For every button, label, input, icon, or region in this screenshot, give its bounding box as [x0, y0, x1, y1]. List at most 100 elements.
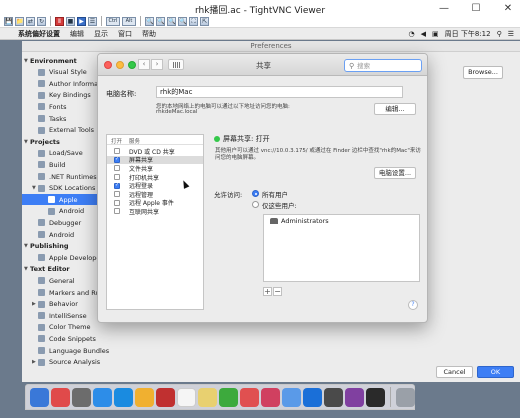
browse-button[interactable]: Browse...	[463, 66, 503, 79]
swap-icon[interactable]: ⇄	[26, 16, 35, 26]
sidebar-section-header[interactable]: ▼ Text Editor	[24, 264, 70, 275]
dock-app-icon[interactable]	[282, 387, 301, 407]
wifi-icon[interactable]: ◔	[409, 30, 415, 38]
ok-button[interactable]: OK	[477, 366, 514, 378]
stop-icon[interactable]: ■	[66, 16, 75, 26]
computer-settings-button[interactable]: 电脑设置...	[374, 167, 416, 179]
edit-button[interactable]: 编辑...	[374, 103, 416, 115]
list-item[interactable]: 文件共享	[107, 164, 203, 173]
sidebar-item[interactable]: Key Bindings	[32, 90, 91, 101]
dock-app-icon[interactable]	[324, 387, 343, 407]
sidebar-section-header[interactable]: ▼ Environment	[24, 55, 77, 66]
dock-app-icon[interactable]	[114, 387, 133, 407]
alt-key-button[interactable]: Alt	[122, 16, 136, 26]
ctrl-key-button[interactable]: Ctrl	[106, 16, 120, 26]
dock-app-icon[interactable]	[177, 387, 196, 407]
sidebar-item[interactable]: .NET Runtimes	[32, 171, 97, 182]
sidebar-item[interactable]: Code Snippets	[32, 333, 96, 344]
list-item[interactable]: 互联网共享	[107, 207, 203, 216]
maximize-button[interactable]: ☐	[470, 3, 482, 14]
spotlight-icon[interactable]: ⚲	[497, 30, 502, 38]
sidebar-section-header[interactable]: ▼ Publishing	[24, 241, 69, 252]
help-button[interactable]: ?	[408, 300, 418, 310]
dock-app-icon[interactable]	[345, 387, 364, 407]
sidebar-item[interactable]: Build	[32, 159, 65, 170]
minimize-button[interactable]: —	[438, 3, 450, 14]
service-checkbox[interactable]	[114, 191, 120, 198]
refresh-icon[interactable]: ↻	[37, 16, 46, 26]
menu-system-preferences[interactable]: 系统偏好设置	[18, 29, 60, 39]
menu-view[interactable]: 显示	[94, 29, 108, 39]
service-checkbox[interactable]	[114, 148, 120, 155]
service-checkbox[interactable]	[114, 156, 120, 163]
sidebar-item[interactable]: Android	[42, 206, 84, 217]
menu-edit[interactable]: 编辑	[70, 29, 84, 39]
service-checkbox[interactable]	[114, 174, 120, 181]
save-icon[interactable]: 💾	[4, 16, 13, 26]
sidebar-item[interactable]: Apple Developer	[32, 252, 103, 263]
list-item[interactable]: 远程管理	[107, 190, 203, 199]
input-source-icon[interactable]: ▣	[432, 30, 439, 38]
sidebar-item[interactable]: Android	[32, 229, 74, 240]
fullscreen-icon[interactable]: ⛶	[189, 16, 198, 26]
close-button[interactable]: ✕	[502, 3, 514, 14]
sidebar-item[interactable]: Color Theme	[32, 322, 90, 333]
play-icon[interactable]: ▶	[77, 16, 86, 26]
cancel-button[interactable]: Cancel	[436, 366, 473, 378]
clock[interactable]: 周日 下午8:12	[445, 29, 491, 39]
list-item[interactable]: DVD 或 CD 共享	[107, 147, 203, 156]
zoom-100-icon[interactable]: 🔍	[167, 16, 176, 26]
sidebar-item[interactable]: ▶ Behavior	[32, 299, 78, 310]
sidebar-item[interactable]: Load/Save	[32, 148, 83, 159]
service-checkbox[interactable]	[114, 182, 120, 189]
dock-app-icon[interactable]	[303, 387, 322, 407]
dock-app-icon[interactable]	[30, 387, 49, 407]
dock-app-icon[interactable]	[396, 387, 415, 407]
sidebar-item[interactable]: ▼ SDK Locations	[32, 183, 95, 194]
zoom-out-icon[interactable]: 🔍	[156, 16, 165, 26]
options-icon[interactable]: ☰	[88, 16, 97, 26]
pause-icon[interactable]: Ⅱ	[55, 16, 64, 26]
dock-app-icon[interactable]	[93, 387, 112, 407]
dock-app-icon[interactable]	[240, 387, 259, 407]
dock-app-icon[interactable]	[135, 387, 154, 407]
radio-only-these-users[interactable]	[252, 201, 259, 208]
dock-app-icon[interactable]	[156, 387, 175, 407]
sidebar-item[interactable]: ▶ Source Analysis	[32, 357, 100, 368]
sidebar-item[interactable]: Visual Style	[32, 67, 87, 78]
open-icon[interactable]: 📁	[15, 16, 24, 26]
search-input[interactable]: ⚲ 搜索	[344, 59, 422, 72]
dock-app-icon[interactable]	[51, 387, 70, 407]
menu-window[interactable]: 窗口	[118, 29, 132, 39]
dock-app-icon[interactable]	[219, 387, 238, 407]
sidebar-section-header[interactable]: ▼ Projects	[24, 136, 60, 147]
list-item[interactable]: 远程 Apple 事件	[107, 199, 203, 207]
list-item[interactable]: 屏幕共享	[107, 155, 203, 164]
sidebar-item[interactable]: General	[32, 275, 75, 286]
sidebar-item[interactable]: IntelliSense	[32, 310, 87, 321]
list-item[interactable]: Administrators	[266, 217, 329, 225]
sidebar-item[interactable]: Language Bundles	[32, 345, 109, 356]
dock-app-icon[interactable]	[261, 387, 280, 407]
menu-help[interactable]: 帮助	[142, 29, 156, 39]
dock-app-icon[interactable]	[72, 387, 91, 407]
add-user-button[interactable]: +	[263, 287, 272, 296]
remove-user-button[interactable]: −	[273, 287, 282, 296]
zoom-in-icon[interactable]: 🔍	[145, 16, 154, 26]
sidebar-item[interactable]: External Tools	[32, 125, 94, 136]
list-item[interactable]: 打印机共享	[107, 173, 203, 182]
dock-app-icon[interactable]	[366, 387, 385, 407]
computer-name-field[interactable]: rhk的Mac	[156, 86, 403, 98]
radio-all-users[interactable]	[252, 190, 259, 197]
zoom-fit-icon[interactable]: 🔍	[178, 16, 187, 26]
service-checkbox[interactable]	[114, 165, 120, 172]
dock-app-icon[interactable]	[198, 387, 217, 407]
service-checkbox[interactable]	[114, 199, 120, 206]
notification-center-icon[interactable]: ☰	[508, 30, 514, 38]
scale-icon[interactable]: ⇱	[200, 16, 209, 26]
sidebar-item[interactable]: Tasks	[32, 113, 66, 124]
sidebar-item[interactable]: Debugger	[32, 217, 81, 228]
sidebar-item[interactable]: Fonts	[32, 101, 67, 112]
service-checkbox[interactable]	[114, 208, 120, 215]
volume-icon[interactable]: ◀	[421, 30, 426, 38]
